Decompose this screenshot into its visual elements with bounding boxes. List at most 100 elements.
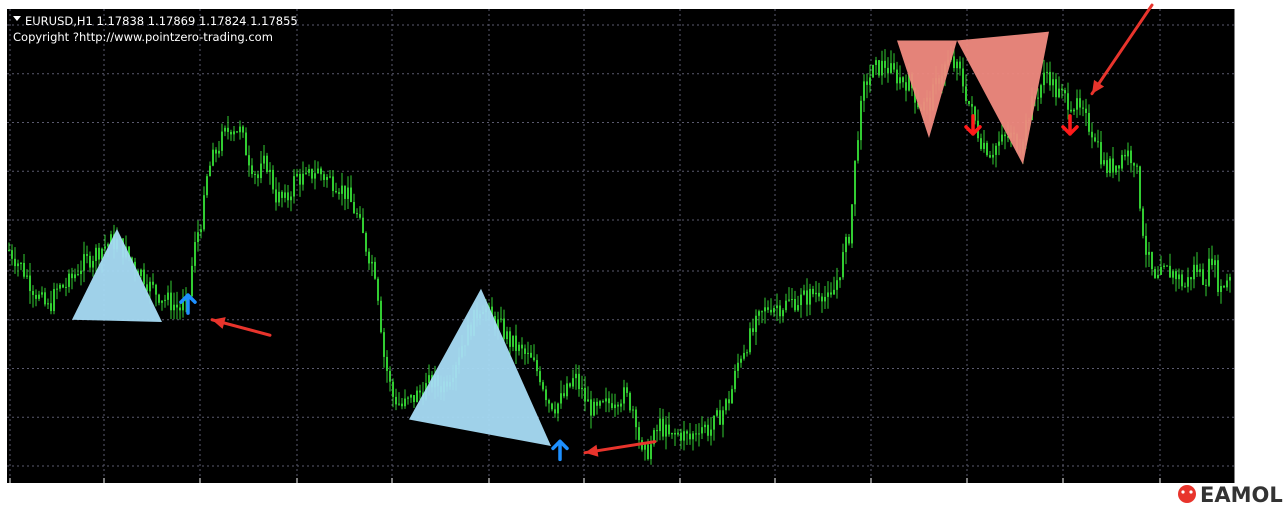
candle-body — [74, 274, 76, 279]
candle-body — [335, 190, 337, 193]
candle-body — [269, 169, 271, 172]
candle-body — [554, 409, 556, 414]
candle-body — [1142, 208, 1144, 236]
candle-body — [680, 432, 682, 441]
candle-body — [767, 307, 769, 310]
candle-body — [1073, 109, 1075, 112]
candle-body — [1181, 274, 1183, 287]
y-tick-label: 1.2144 — [1242, 116, 1282, 130]
candle-body — [890, 63, 892, 73]
candle-body — [197, 232, 199, 243]
candle-body — [68, 273, 70, 287]
candle-body — [635, 409, 637, 428]
candle-body — [962, 68, 964, 87]
candle-body — [50, 303, 52, 312]
candle-body — [818, 292, 820, 297]
candle-body — [296, 173, 298, 177]
candle-body — [617, 404, 619, 407]
candle-body — [290, 196, 292, 201]
candle-body — [887, 67, 889, 73]
candle-body — [1082, 107, 1084, 109]
candle-body — [263, 155, 265, 164]
candle-body — [1187, 277, 1189, 287]
candle-body — [1193, 264, 1195, 280]
candle-body — [227, 127, 229, 132]
candle-body — [704, 424, 706, 428]
candle-body — [638, 427, 640, 441]
candle-body — [98, 247, 100, 260]
candle-body — [1136, 165, 1138, 167]
candle-body — [701, 427, 703, 434]
x-tick-label: 27 Apr 20:00 — [101, 487, 176, 501]
candle-body — [863, 81, 865, 101]
candle-body — [707, 424, 709, 436]
y-tick-label: 1.2077 — [1242, 264, 1282, 278]
candle-body — [1151, 251, 1153, 270]
candle-body — [1190, 277, 1192, 280]
candle-body — [218, 150, 220, 154]
symbol-line: EURUSD,H1 1.17838 1.17869 1.17824 1.1785… — [25, 14, 298, 28]
candle-body — [35, 294, 37, 299]
price-chart[interactable]: 1.2188 1.2166 1.2144 1.2122 1.2100 1.2077 1.20… — [0, 0, 1284, 510]
candle-body — [995, 145, 997, 155]
candle-body — [821, 296, 823, 302]
candle-body — [413, 395, 415, 403]
candle-body — [1112, 158, 1114, 173]
candle-body — [656, 430, 658, 432]
candle-body — [347, 187, 349, 199]
candle-body — [848, 236, 850, 244]
chart-window: 1.2188 1.2166 1.2144 1.2122 1.2100 1.2077 1.20… — [0, 0, 1284, 510]
candle-body — [1163, 265, 1165, 267]
candle-body — [971, 104, 973, 107]
candle-body — [710, 429, 712, 436]
candle-body — [1124, 154, 1126, 157]
candle-body — [371, 261, 373, 264]
candle-body — [92, 260, 94, 268]
candle-body — [689, 433, 691, 440]
candle-body — [686, 431, 688, 434]
candle-body — [386, 356, 388, 371]
candle-body — [143, 269, 145, 285]
candle-body — [38, 294, 40, 299]
candle-body — [1157, 274, 1159, 278]
candle-body — [53, 289, 55, 312]
candle-body — [776, 305, 778, 309]
candle-body — [221, 131, 223, 151]
candle-body — [8, 249, 10, 251]
candle-body — [953, 56, 955, 69]
candle-body — [1139, 166, 1141, 209]
candle-body — [212, 149, 214, 166]
candle-body — [416, 390, 418, 403]
candle-body — [500, 318, 502, 320]
candle-body — [581, 387, 583, 390]
candle-body — [578, 373, 580, 390]
candle-body — [719, 410, 721, 425]
candle-body — [1106, 160, 1108, 173]
y-tick-label: 1.2166 — [1242, 67, 1282, 81]
candle-body — [674, 433, 676, 435]
candle-body — [683, 431, 685, 441]
candle-body — [632, 409, 634, 411]
candle-body — [194, 242, 196, 266]
candle-body — [56, 288, 58, 290]
candle-body — [1220, 285, 1222, 292]
candle-body — [209, 165, 211, 177]
candle-body — [1169, 265, 1171, 278]
candle-body — [1148, 251, 1150, 255]
candle-body — [1097, 141, 1099, 143]
candle-body — [299, 173, 301, 185]
candle-body — [1109, 158, 1111, 173]
candle-body — [86, 254, 88, 256]
y-tick-label: 1.2011 — [1242, 410, 1282, 424]
candle-body — [164, 299, 166, 301]
candle-body — [518, 344, 520, 351]
candle-body — [566, 383, 568, 397]
candle-body — [242, 126, 244, 133]
candle-body — [749, 328, 751, 353]
candle-body — [1202, 269, 1204, 285]
y-tick-label: 1.2100 — [1242, 213, 1282, 227]
candle-body — [404, 398, 406, 407]
candle-body — [569, 383, 571, 387]
candle-body — [1205, 284, 1207, 286]
candle-body — [341, 185, 343, 194]
